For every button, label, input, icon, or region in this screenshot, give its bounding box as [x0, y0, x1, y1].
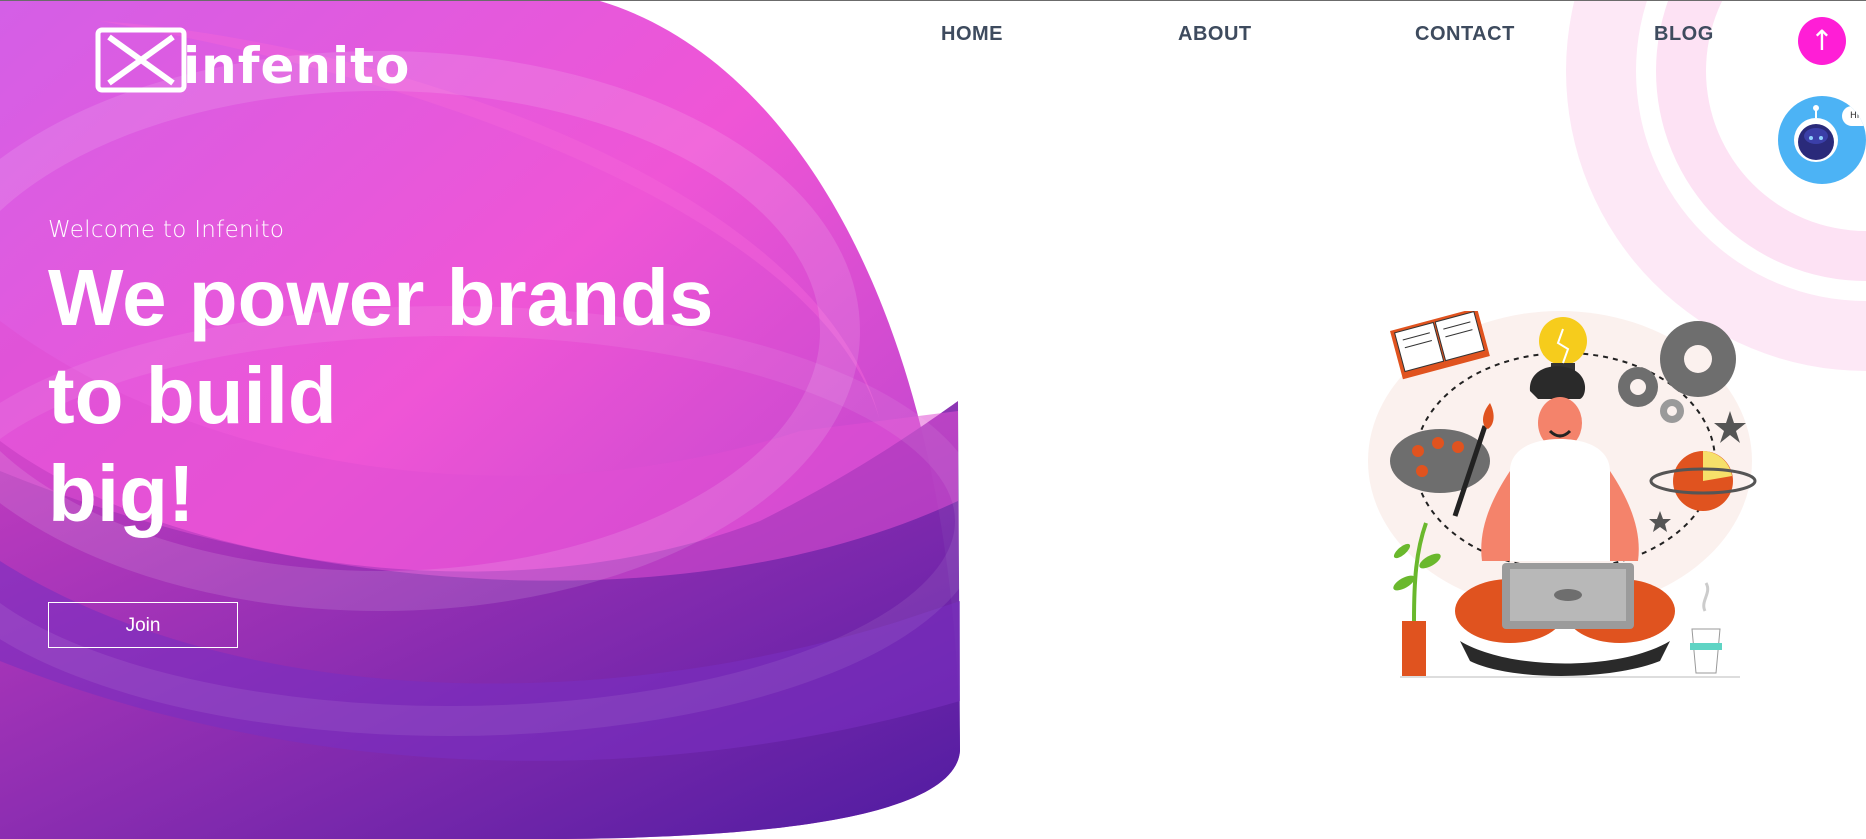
- chatbot-greeting: Hi !: [1842, 106, 1866, 126]
- headline-line-2: to build: [48, 351, 337, 440]
- nav-blog[interactable]: BLOG: [1654, 23, 1714, 46]
- join-button[interactable]: Join: [48, 602, 238, 648]
- scroll-to-top-button[interactable]: ↑: [1798, 17, 1846, 65]
- headline-line-3: big!: [48, 449, 195, 538]
- coffee-cup-icon: [1690, 582, 1722, 674]
- main-nav: HOME ABOUT CONTACT BLOG: [0, 23, 1866, 53]
- hero-headline: We power brands to build big!: [48, 249, 713, 543]
- creative-person-illustration: [1368, 311, 1757, 678]
- hero-copy: Welcome to Infenito We power brands to b…: [48, 217, 713, 543]
- nav-contact[interactable]: CONTACT: [1415, 23, 1515, 46]
- hero-welcome: Welcome to Infenito: [48, 217, 285, 243]
- nav-about[interactable]: ABOUT: [1178, 23, 1252, 46]
- chatbot-launcher[interactable]: Hi !: [1778, 96, 1866, 184]
- nav-home[interactable]: HOME: [941, 23, 1003, 46]
- arrow-up-icon: ↑: [1810, 24, 1834, 57]
- headline-line-1: We power brands: [48, 253, 714, 342]
